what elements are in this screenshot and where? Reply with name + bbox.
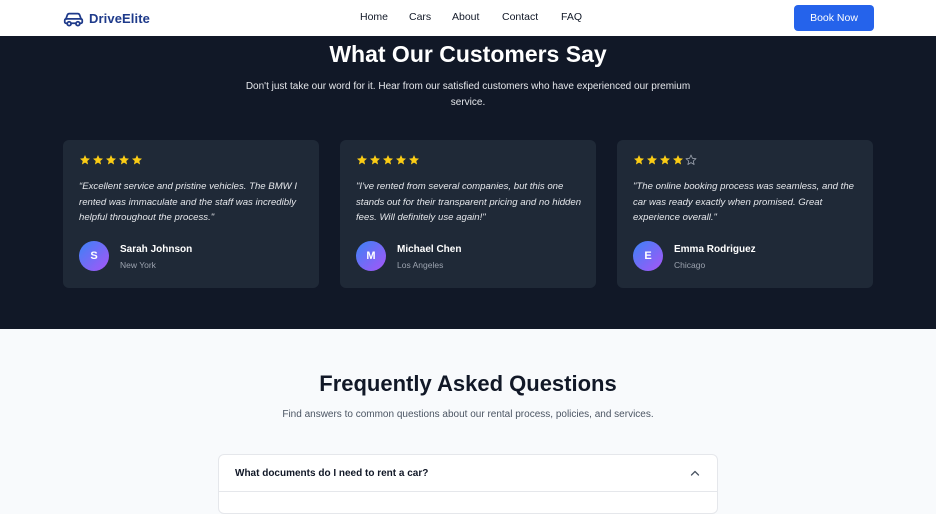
star-filled-icon xyxy=(357,155,367,165)
customer-city: New York xyxy=(120,260,156,270)
testimonial-quote: "The online booking process was seamless… xyxy=(633,181,854,224)
star-filled-icon xyxy=(634,155,644,165)
testimonial-quote: “Excellent service and pristine vehicles… xyxy=(79,181,298,224)
testimonial-quote: "I've rented from several companies, but… xyxy=(356,181,582,224)
avatar: E xyxy=(633,241,663,271)
customer-city: Chicago xyxy=(674,260,706,270)
faq-section: Frequently Asked Questions Find answers … xyxy=(0,329,936,514)
testimonial-card: “Excellent service and pristine vehicles… xyxy=(63,140,319,288)
star-filled-icon xyxy=(396,155,406,165)
nav-about[interactable]: About xyxy=(452,11,479,23)
testimonials-section: What Our Customers Say Don't just take o… xyxy=(0,36,936,329)
star-filled-icon xyxy=(673,155,683,165)
testimonial-card: "I've rented from several companies, but… xyxy=(340,140,596,288)
star-filled-icon xyxy=(660,155,670,165)
star-filled-icon xyxy=(383,155,393,165)
star-filled-icon xyxy=(409,155,419,165)
avatar: S xyxy=(79,241,109,271)
nav-faq[interactable]: FAQ xyxy=(561,11,582,23)
customer-name: Sarah Johnson xyxy=(120,244,193,255)
star-empty-icon xyxy=(685,154,697,165)
star-filled-icon xyxy=(106,155,116,165)
star-filled-icon xyxy=(119,155,129,165)
testimonials-subtitle: Don't just take our word for it. Hear fr… xyxy=(245,81,691,108)
nav-cars[interactable]: Cars xyxy=(409,11,431,23)
customer-name: Emma Rodriguez xyxy=(674,244,756,255)
star-rating xyxy=(356,154,420,166)
faq-question: What documents do I need to rent a car? xyxy=(235,468,429,479)
faq-subtitle: Find answers to common questions about o… xyxy=(282,409,654,420)
star-filled-icon xyxy=(370,155,380,165)
navbar: DriveElite Home Cars About Contact FAQ B… xyxy=(0,0,936,36)
nav-contact[interactable]: Contact xyxy=(502,11,538,23)
faq-divider xyxy=(219,491,717,492)
testimonials-title: What Our Customers Say xyxy=(329,41,607,67)
customer-city: Los Angeles xyxy=(397,260,444,270)
star-filled-icon xyxy=(80,155,90,165)
nav-home[interactable]: Home xyxy=(360,11,388,23)
star-rating xyxy=(79,154,143,166)
testimonial-card: "The online booking process was seamless… xyxy=(617,140,873,288)
star-filled-icon xyxy=(647,155,657,165)
star-filled-icon xyxy=(93,155,103,165)
faq-title: Frequently Asked Questions xyxy=(319,371,617,396)
book-now-button[interactable]: Book Now xyxy=(794,5,874,31)
faq-item[interactable]: What documents do I need to rent a car? xyxy=(218,454,718,514)
customer-name: Michael Chen xyxy=(397,244,462,255)
star-rating xyxy=(633,154,697,166)
avatar: M xyxy=(356,241,386,271)
chevron-up-icon[interactable] xyxy=(690,469,700,477)
star-filled-icon xyxy=(132,155,142,165)
